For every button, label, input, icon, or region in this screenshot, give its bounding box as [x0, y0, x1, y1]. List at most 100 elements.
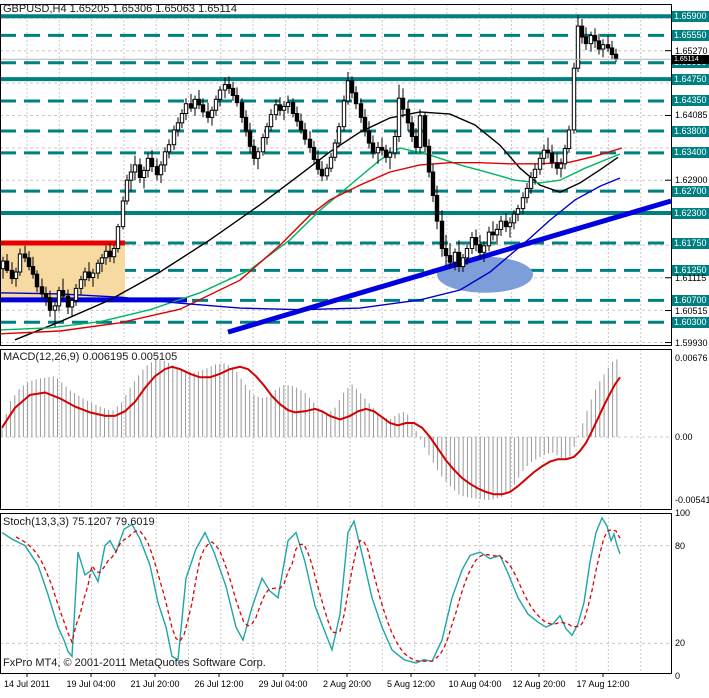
candle-body — [481, 245, 487, 253]
macd-axis-label: 0.00676 — [675, 352, 708, 363]
candle-body — [30, 266, 36, 275]
candle-body — [13, 271, 19, 280]
candle-body — [82, 271, 88, 281]
macd-pane-border — [0, 349, 672, 510]
chart-ohlc-title: GBPUSD,H4 1.65205 1.65306 1.65063 1.6511… — [3, 3, 238, 15]
candle-body — [447, 255, 453, 263]
candle-body — [392, 135, 398, 154]
macd-axis-label: 0.00 — [675, 432, 693, 442]
candle-body — [188, 103, 194, 109]
candle-body — [596, 40, 602, 50]
price-tick-label: 1.62900 — [675, 175, 708, 186]
date-tick-label: 19 Jul 04:00 — [66, 679, 116, 689]
candle-body — [494, 228, 500, 236]
candle-body — [319, 168, 325, 177]
candle-body — [124, 179, 130, 202]
date-tick-label: 10 Aug 04:00 — [448, 679, 502, 689]
candle-body — [162, 151, 168, 166]
candle-body — [315, 158, 321, 170]
candle-body — [592, 34, 598, 42]
stoch-k-line — [1, 516, 621, 664]
price-level-badge: 1.63400 — [672, 147, 709, 159]
price-tick-label: 1.61115 — [675, 272, 707, 283]
candle-body — [158, 164, 164, 176]
candle-body — [179, 113, 185, 124]
candle-body — [56, 290, 62, 307]
candle-body — [0, 260, 6, 270]
candle-body — [294, 113, 300, 122]
candle-body — [217, 89, 223, 100]
candle-body — [277, 104, 283, 111]
price-level-badge: 1.64350 — [672, 95, 709, 107]
candle-body — [22, 253, 28, 259]
stoch-axis-label: 0 — [675, 671, 681, 681]
candle-body — [264, 126, 270, 139]
candle-body — [132, 164, 138, 173]
candle-body — [562, 148, 568, 165]
price-level-badge: 1.61750 — [672, 237, 709, 249]
candle-body — [400, 97, 406, 110]
candle-body — [273, 104, 279, 116]
candle-body — [4, 260, 10, 271]
stoch-axis-label: 100 — [675, 508, 691, 518]
candle-body — [511, 213, 517, 224]
candle-body — [213, 98, 219, 111]
price-tick-label: 1.64085 — [675, 110, 708, 121]
candle-body — [460, 257, 466, 268]
candle-body — [409, 122, 415, 137]
candle-body — [571, 67, 577, 131]
candle-body — [9, 269, 15, 280]
candle-body — [95, 262, 101, 274]
candle-body — [490, 231, 496, 236]
candle-body — [520, 197, 526, 210]
candle-body — [545, 149, 551, 154]
date-tick-label: 2 Aug 20:00 — [323, 679, 372, 689]
candle-body — [307, 138, 313, 148]
chart-canvas[interactable] — [0, 0, 709, 698]
candle-body — [311, 146, 317, 160]
candle-body — [515, 208, 521, 215]
candle-body — [452, 251, 458, 263]
macd-indicator-title: MACD(12,26,9) 0.006195 0.005105 — [3, 351, 178, 363]
candle-body — [605, 44, 611, 49]
candle-body — [43, 293, 49, 299]
candle-body — [498, 220, 504, 230]
candle-body — [358, 103, 364, 118]
candle-body — [443, 248, 449, 257]
candle-body — [34, 273, 40, 288]
candle-body — [434, 195, 440, 222]
candle-body — [583, 36, 589, 45]
candle-body — [166, 144, 172, 153]
stoch-axis-label: 20 — [675, 638, 686, 649]
candle-body — [353, 92, 359, 105]
price-tick-label: 1.59930 — [675, 337, 708, 348]
candle-body — [73, 287, 79, 301]
candle-body — [396, 97, 402, 137]
candle-body — [285, 102, 291, 107]
date-tick-label: 5 Aug 12:00 — [387, 679, 436, 689]
candle-body — [107, 250, 113, 258]
mt4-chart-window[interactable]: GBPUSD,H4 1.65205 1.65306 1.65063 1.6511… — [0, 0, 709, 698]
candle-body — [290, 102, 296, 115]
candle-body — [541, 149, 547, 159]
candle-body — [362, 116, 368, 132]
candle-body — [281, 105, 287, 111]
stoch-pane-border — [0, 513, 672, 674]
date-tick-label: 21 Jul 20:00 — [130, 679, 180, 689]
copyright-text: FxPro MT4, © 2001-2011 MetaQuotes Softwa… — [3, 657, 266, 669]
macd-axis-label: -0.00541 — [675, 495, 709, 506]
candle-body — [239, 102, 245, 118]
date-tick-label: 26 Jul 12:00 — [194, 679, 244, 689]
candle-body — [575, 25, 581, 69]
candle-body — [17, 253, 23, 273]
candle-body — [426, 145, 432, 173]
candle-body — [111, 248, 117, 258]
candle-body — [524, 187, 530, 199]
candle-body — [370, 142, 376, 154]
candle-body — [413, 135, 419, 148]
candle-body — [324, 167, 330, 177]
price-level-badge: 1.62300 — [672, 207, 709, 219]
price-level-badge: 1.64750 — [672, 73, 709, 85]
candle-body — [60, 290, 66, 297]
candle-body — [255, 151, 261, 159]
